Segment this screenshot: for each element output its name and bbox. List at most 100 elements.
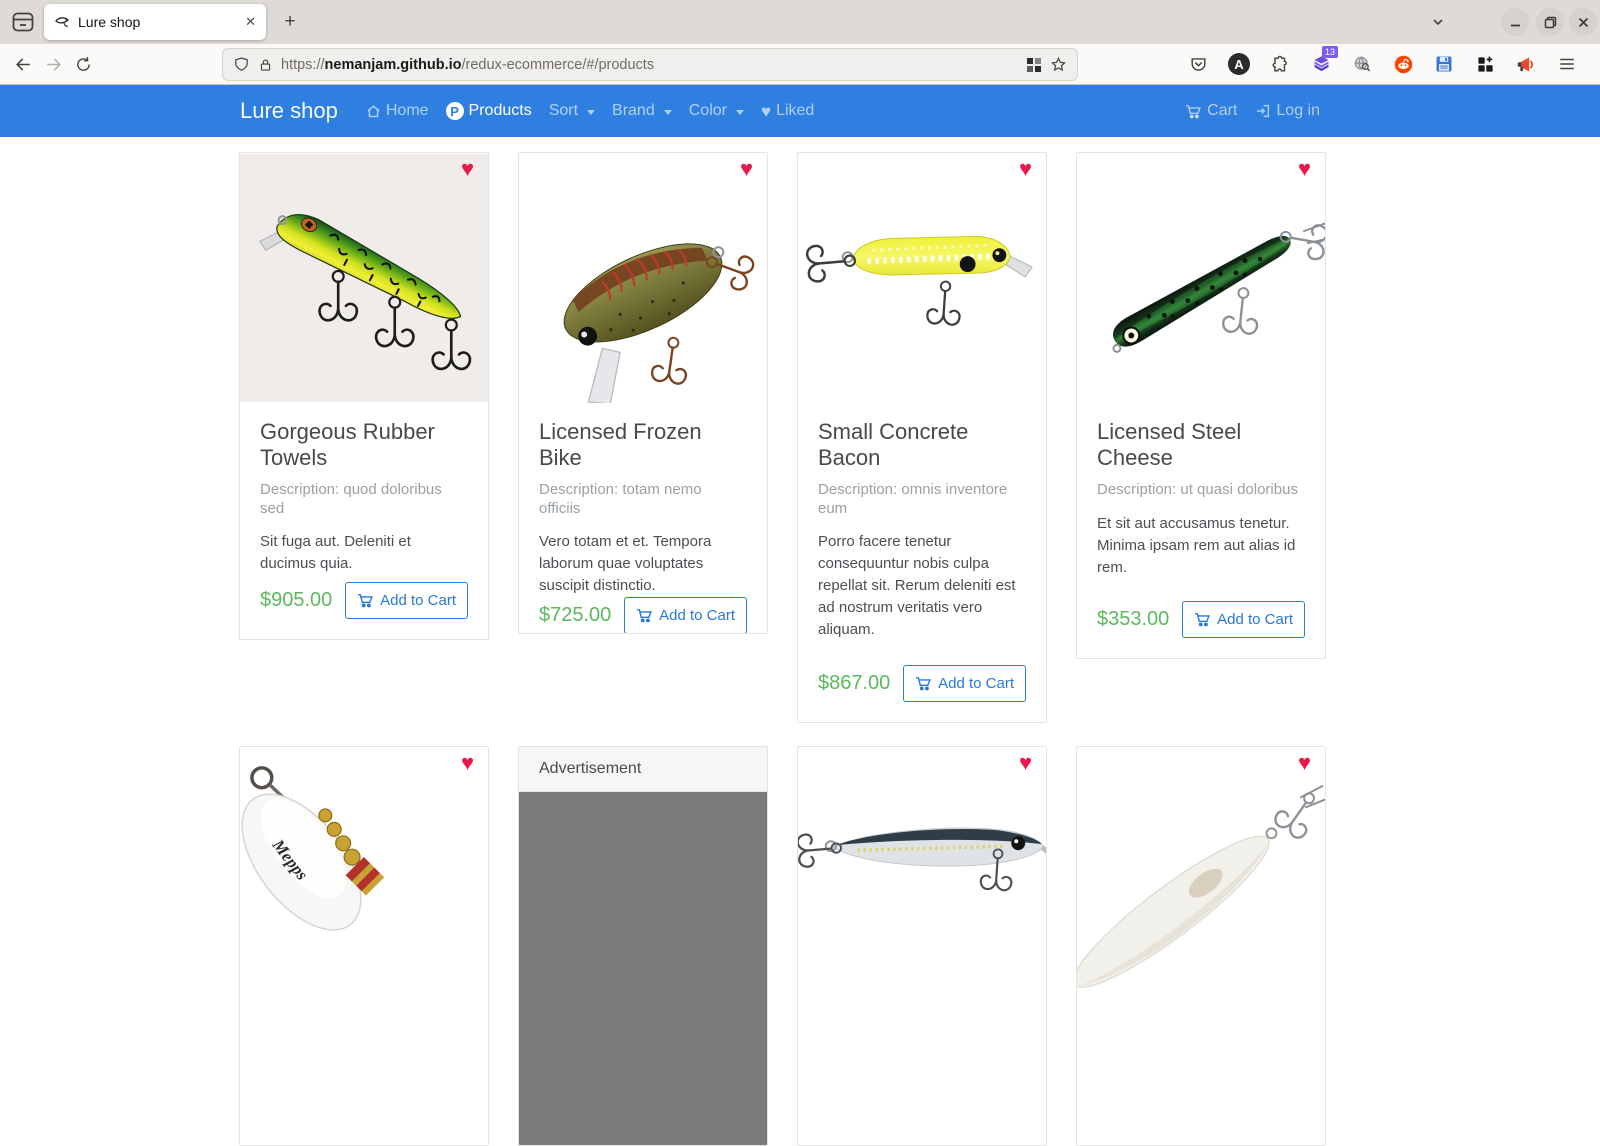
product-text: Et sit aut accusamus tenetur. Minima ips… — [1097, 513, 1305, 579]
product-card: Mepps ♥ — [239, 746, 489, 1146]
product-image-green-spook-lure — [1077, 153, 1325, 403]
chevron-down-icon — [736, 110, 744, 115]
product-card: ♥ Licensed Steel Cheese Description: ut … — [1076, 152, 1326, 659]
nav-dropdown-color[interactable]: Color — [689, 102, 744, 120]
nav-link-login[interactable]: Log in — [1255, 102, 1320, 120]
grid-plus-extension-icon[interactable] — [1470, 49, 1500, 79]
bookmark-star-icon[interactable] — [1050, 56, 1067, 73]
product-text: Vero totam et et. Tempora laborum quae v… — [539, 531, 747, 597]
nav-link-cart-label: Cart — [1207, 102, 1237, 120]
liked-heart-icon[interactable]: ♥ — [1298, 158, 1311, 180]
nav-link-home[interactable]: Home — [366, 102, 429, 120]
nav-link-products-label: Products — [469, 102, 532, 120]
pocket-icon[interactable] — [1183, 49, 1213, 79]
tab-close-icon[interactable]: ✕ — [245, 14, 256, 30]
globe-search-extension-icon[interactable] — [1347, 49, 1377, 79]
product-title: Licensed Frozen Bike — [539, 419, 747, 472]
browser-toolbar: https://nemanjam.github.io/redux-ecommer… — [0, 44, 1600, 85]
reddit-extension-icon[interactable] — [1388, 49, 1418, 79]
url-path: /redux-ecommerce/#/products — [461, 57, 654, 73]
tracking-shield-icon[interactable] — [233, 56, 250, 73]
nav-link-liked[interactable]: ♥ Liked — [761, 102, 814, 120]
chevron-down-icon — [664, 110, 672, 115]
liked-heart-icon[interactable]: ♥ — [461, 158, 474, 180]
stack-extension-icon[interactable]: 13 — [1306, 49, 1336, 79]
product-price: $725.00 — [539, 604, 611, 627]
add-to-cart-button[interactable]: Add to Cart — [1182, 601, 1305, 638]
brand-logo[interactable]: Lure shop — [240, 98, 338, 124]
product-text: Porro facere tenetur consequuntur nobis … — [818, 531, 1026, 641]
tab-title: Lure shop — [78, 14, 237, 30]
add-to-cart-label: Add to Cart — [380, 592, 456, 609]
add-to-cart-button[interactable]: Add to Cart — [903, 665, 1026, 702]
product-price: $353.00 — [1097, 608, 1169, 631]
liked-heart-icon[interactable]: ♥ — [1019, 752, 1032, 774]
add-to-cart-label: Add to Cart — [938, 675, 1014, 692]
reload-button[interactable] — [68, 49, 98, 79]
product-title: Licensed Steel Cheese — [1097, 419, 1305, 472]
browser-tab[interactable]: Lure shop ✕ — [44, 4, 266, 40]
product-description: Description: ut quasi doloribus — [1097, 481, 1305, 500]
firefox-view-icon[interactable] — [8, 8, 38, 36]
hamburger-menu-icon[interactable] — [1552, 49, 1582, 79]
nav-link-products[interactable]: P Products — [446, 102, 532, 120]
list-tabs-chevron-icon[interactable] — [1424, 8, 1452, 36]
new-tab-button[interactable]: + — [276, 8, 304, 36]
screenshot-grid-icon[interactable] — [1026, 57, 1042, 73]
url-bar[interactable]: https://nemanjam.github.io/redux-ecommer… — [222, 48, 1078, 81]
product-price: $867.00 — [818, 672, 890, 695]
product-card: ♥ Licensed Frozen Bike Description: tota… — [518, 152, 768, 634]
liked-heart-icon[interactable]: ♥ — [1298, 752, 1311, 774]
liked-heart-icon[interactable]: ♥ — [1019, 158, 1032, 180]
nav-dropdown-color-label: Color — [689, 102, 727, 120]
cart-icon — [915, 675, 932, 692]
add-to-cart-button[interactable]: Add to Cart — [345, 582, 468, 619]
nav-dropdown-sort[interactable]: Sort — [549, 102, 595, 120]
advertisement-label: Advertisement — [519, 747, 767, 792]
product-price: $905.00 — [260, 589, 332, 612]
puzzle-extensions-icon[interactable] — [1265, 49, 1295, 79]
nav-link-liked-label: Liked — [776, 102, 814, 120]
lock-icon[interactable] — [258, 57, 273, 73]
product-description: Description: omnis inventore eum — [818, 481, 1026, 519]
floppy-save-icon[interactable] — [1429, 49, 1459, 79]
liked-heart-icon[interactable]: ♥ — [461, 752, 474, 774]
nav-link-cart[interactable]: Cart — [1185, 102, 1237, 120]
nav-dropdown-brand[interactable]: Brand — [612, 102, 672, 120]
product-image-pearl-lure — [1077, 747, 1325, 997]
product-card: ♥ Small Concrete Bacon Description: omni… — [797, 152, 1047, 723]
site-navbar: Lure shop Home P Products Sort Brand Col… — [0, 85, 1600, 137]
product-image-yellow-minnow-lure — [798, 153, 1046, 403]
product-text: Sit fuga aut. Deleniti et ducimus quia. — [260, 531, 468, 575]
home-icon — [366, 104, 381, 119]
product-card: ♥ — [797, 746, 1047, 1146]
tab-favicon-lure — [54, 14, 70, 30]
product-image-firetiger-lure — [240, 153, 488, 403]
add-to-cart-label: Add to Cart — [1217, 611, 1293, 628]
cart-icon — [636, 607, 653, 624]
product-card: ♥ — [1076, 746, 1326, 1146]
heart-icon: ♥ — [761, 103, 771, 120]
back-button[interactable] — [8, 49, 38, 79]
url-scheme: https:// — [281, 57, 325, 73]
browser-tab-bar: Lure shop ✕ + — [0, 0, 1600, 44]
url-host: nemanjam.github.io — [325, 57, 462, 73]
forward-button[interactable] — [38, 49, 68, 79]
extension-a-icon[interactable]: A — [1224, 49, 1254, 79]
url-text: https://nemanjam.github.io/redux-ecommer… — [281, 57, 1018, 73]
add-to-cart-label: Add to Cart — [659, 607, 735, 624]
window-minimize-button[interactable] — [1501, 8, 1529, 36]
megaphone-extension-icon[interactable] — [1511, 49, 1541, 79]
login-icon — [1255, 103, 1271, 119]
liked-heart-icon[interactable]: ♥ — [740, 158, 753, 180]
product-image-grasshopper-lure — [519, 153, 767, 403]
cart-icon — [357, 592, 374, 609]
product-description: Description: totam nemo officiis — [539, 481, 747, 519]
product-title: Small Concrete Bacon — [818, 419, 1026, 472]
product-title: Gorgeous Rubber Towels — [260, 419, 468, 472]
add-to-cart-button[interactable]: Add to Cart — [624, 597, 747, 634]
window-close-button[interactable] — [1569, 8, 1597, 36]
products-icon: P — [446, 102, 464, 120]
product-grid: ♥ Gorgeous Rubber Towels Description: qu… — [239, 152, 1326, 1146]
window-restore-button[interactable] — [1536, 8, 1564, 36]
